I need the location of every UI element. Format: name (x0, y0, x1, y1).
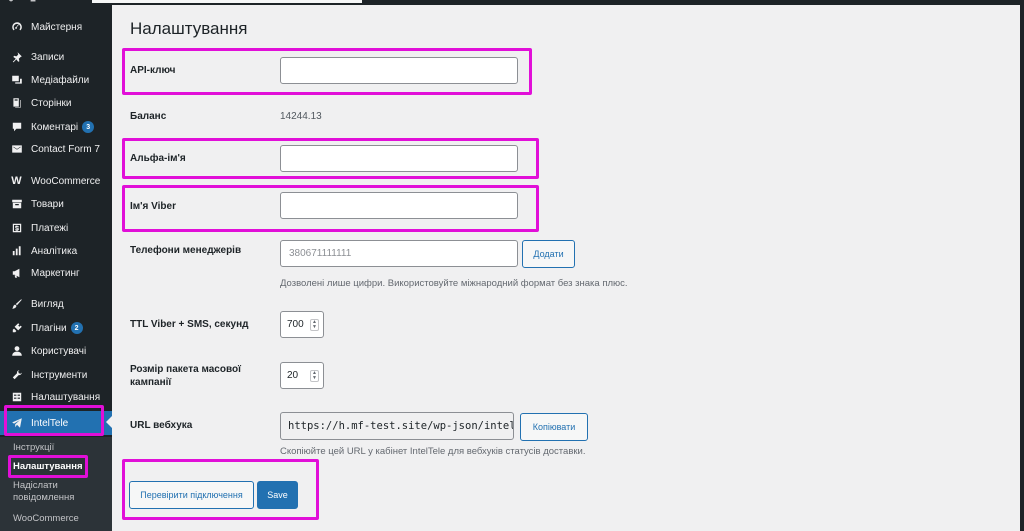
spin-down-icon: ▼ (312, 324, 317, 330)
sidebar-item-label: Інструменти (31, 369, 88, 381)
inteltele-submenu: Інструкції Налаштування Надіслати повідо… (0, 437, 112, 531)
managers-phones-label: Телефони менеджерів (130, 245, 242, 256)
check-connection-button[interactable]: Перевірити підключення (129, 481, 254, 509)
viber-name-label: Ім'я Viber (130, 201, 176, 212)
batch-size-value: 20 (287, 370, 299, 381)
megaphone-icon (10, 267, 23, 280)
window-edge (1020, 0, 1024, 531)
webhook-url-field[interactable]: https://h.mf-test.site/wp-json/inteltele… (280, 412, 514, 440)
sidebar-item-payments[interactable]: Платежі (0, 217, 112, 239)
inteltele-icon (10, 417, 23, 430)
page-title: Налаштування (130, 19, 248, 38)
managers-phone-input[interactable] (280, 240, 518, 267)
sidebar-item-label: Налаштування (31, 391, 101, 403)
sidebar-item-label: Вигляд (31, 298, 64, 310)
dashboard-icon (10, 21, 23, 34)
add-phone-button[interactable]: Додати (522, 240, 575, 268)
payments-icon (10, 222, 23, 235)
sidebar-item-label: Платежі (31, 222, 69, 234)
sidebar-item-label: Маркетинг (31, 267, 80, 279)
sidebar-item-pages[interactable]: Сторінки (0, 92, 112, 114)
mail-icon (10, 143, 23, 156)
admin-sidebar: Майстерня Записи Медіафайли Сторінки Ком… (0, 0, 112, 531)
sidebar-item-label: Майстерня (31, 21, 83, 33)
ttl-number-input[interactable]: 700 ▲ ▼ (280, 311, 324, 338)
brush-icon (10, 298, 23, 311)
sidebar-item-products[interactable]: Товари (0, 193, 112, 215)
sidebar-item-label: WooCommerce (31, 175, 101, 187)
woocommerce-icon: W (11, 175, 22, 187)
sidebar-item-label: Медіафайли (31, 74, 90, 86)
comments-icon (10, 121, 23, 134)
sidebar-item-label: Товари (31, 198, 64, 210)
pages-icon (10, 97, 23, 110)
chart-icon (10, 245, 23, 258)
sidebar-item-appearance[interactable]: Вигляд (0, 293, 112, 315)
sidebar-item-posts[interactable]: Записи (0, 46, 112, 68)
sidebar-item-contact-form-7[interactable]: Contact Form 7 (0, 138, 112, 160)
comments-count-badge: 3 (82, 121, 95, 133)
save-button[interactable]: Save (257, 481, 298, 509)
sidebar-item-label: Коментарі (31, 121, 79, 133)
alpha-name-label: Альфа-ім'я (130, 153, 186, 164)
batch-size-spinner[interactable]: ▲ ▼ (310, 370, 319, 382)
submenu-item-send-message[interactable]: Надіслати повідомлення (13, 480, 105, 504)
submenu-item-woocommerce[interactable]: WooCommerce (13, 513, 79, 525)
sidebar-item-users[interactable]: Користувачі (0, 340, 112, 362)
balance-label: Баланс (130, 111, 167, 122)
wordpress-logo-icon[interactable]: ● (8, 0, 14, 5)
batch-size-number-input[interactable]: 20 ▲ ▼ (280, 362, 324, 389)
sidebar-item-label: Записи (31, 51, 65, 63)
spin-down-icon: ▼ (312, 375, 317, 381)
sidebar-item-dashboard[interactable]: Майстерня (0, 16, 112, 38)
pin-icon (10, 51, 23, 64)
settings-icon (10, 391, 23, 404)
submenu-item-settings[interactable]: Налаштування (13, 461, 83, 473)
admin-top-bar: ● ■ (0, 0, 1024, 5)
sidebar-item-label: IntelTele (31, 417, 69, 429)
webhook-url-label: URL вебхука (130, 420, 193, 431)
sidebar-item-label: Користувачі (31, 345, 87, 357)
submenu-item-instructions[interactable]: Інструкції (13, 442, 54, 454)
sidebar-item-tools[interactable]: Інструменти (0, 364, 112, 386)
ttl-label: TTL Viber + SMS, секунд (130, 319, 249, 330)
balance-value: 14244.13 (280, 111, 322, 122)
api-key-label: API-ключ (130, 65, 176, 76)
ttl-value: 700 (287, 319, 304, 330)
sidebar-item-comments[interactable]: Коментарі 3 (0, 116, 112, 138)
sidebar-item-analytics[interactable]: Аналітика (0, 240, 112, 262)
users-icon (10, 345, 23, 358)
sidebar-item-marketing[interactable]: Маркетинг (0, 262, 112, 284)
sidebar-item-media[interactable]: Медіафайли (0, 69, 112, 91)
alpha-name-input[interactable] (280, 145, 518, 172)
webhook-description: Скопіюйте цей URL у кабінет IntelTele дл… (280, 446, 586, 457)
phones-description: Дозволені лише цифри. Використовуйте між… (280, 278, 628, 289)
plugins-count-badge: 2 (70, 322, 83, 334)
sidebar-item-settings[interactable]: Налаштування (0, 386, 112, 408)
wrench-icon (10, 369, 23, 382)
sidebar-item-inteltele[interactable]: IntelTele (0, 411, 112, 435)
sidebar-item-plugins[interactable]: Плагіни 2 (0, 317, 112, 339)
viber-name-input[interactable] (280, 192, 518, 219)
media-icon (10, 74, 23, 87)
top-bar-field[interactable] (92, 0, 362, 3)
sidebar-item-label: Сторінки (31, 97, 72, 109)
batch-size-label: Розмір пакета масової кампанії (130, 364, 241, 388)
sidebar-item-label: Плагіни (31, 322, 67, 334)
sidebar-item-label: Аналітика (31, 245, 78, 257)
plugin-icon (10, 322, 23, 335)
archive-icon (10, 198, 23, 211)
sidebar-item-woocommerce[interactable]: W WooCommerce (0, 170, 112, 192)
api-key-input[interactable] (280, 57, 518, 84)
ttl-spinner[interactable]: ▲ ▼ (310, 319, 319, 331)
home-icon[interactable]: ■ (30, 0, 36, 5)
copy-webhook-button[interactable]: Копіювати (520, 413, 588, 441)
sidebar-item-label: Contact Form 7 (31, 143, 100, 155)
